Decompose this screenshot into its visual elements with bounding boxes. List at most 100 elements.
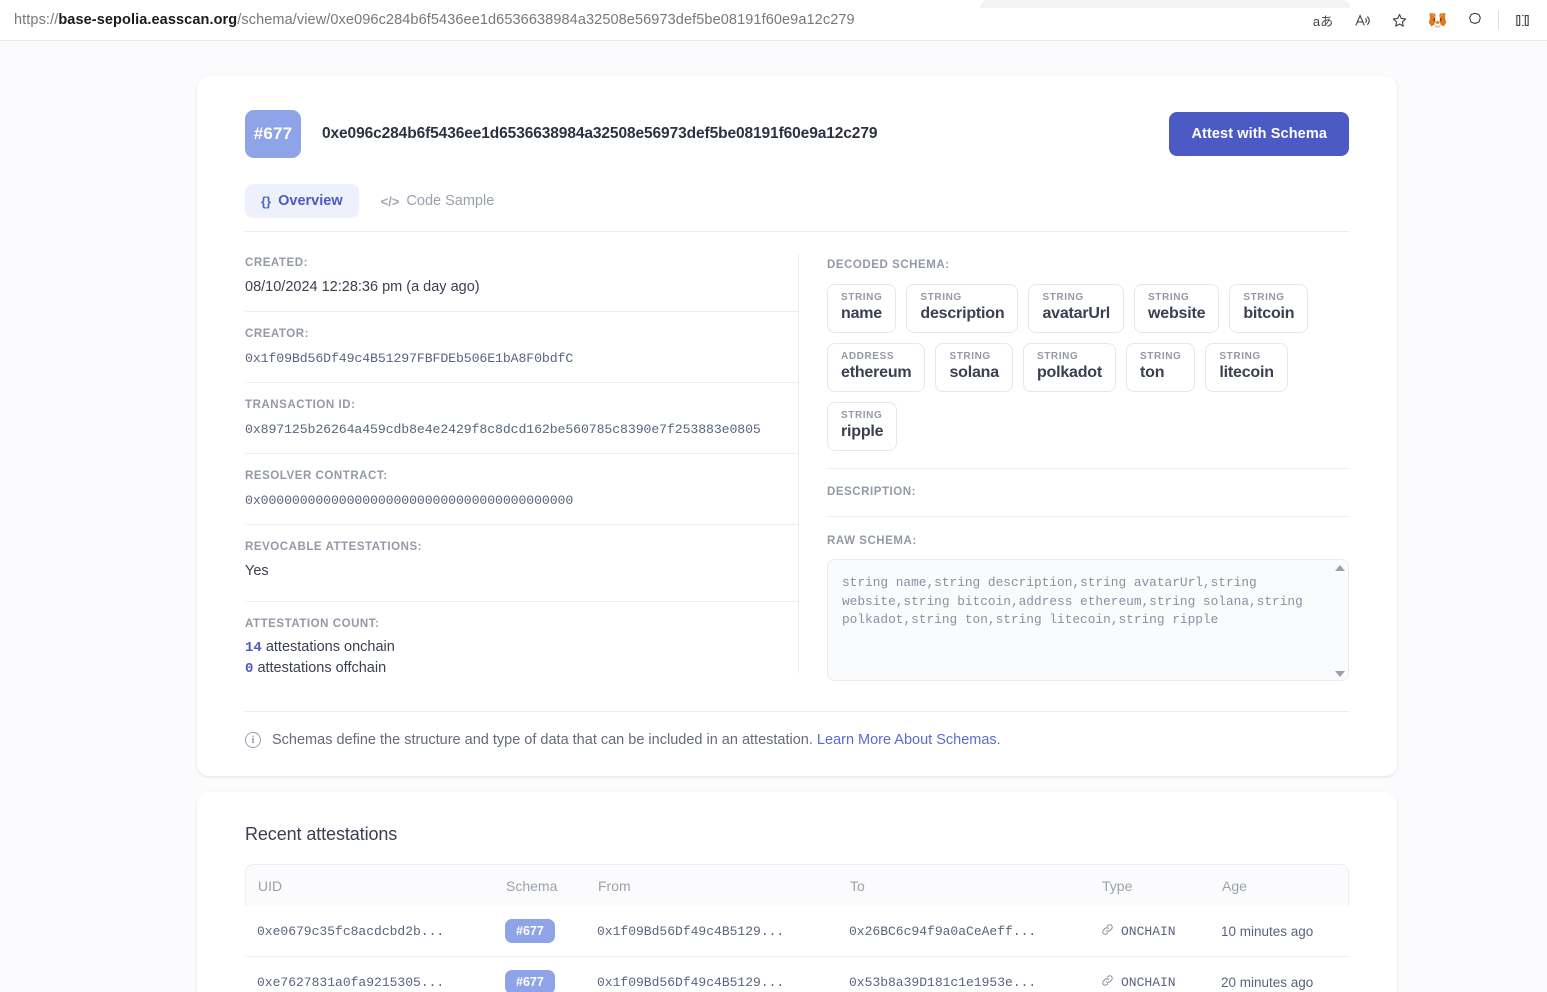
field-revocable-value: Yes (245, 563, 269, 579)
table-body: 0xe0679c35fc8acdcbd2b... #677 0x1f09Bd56Df… (245, 906, 1349, 992)
table-row[interactable]: 0xe7627831a0fa9215305... #677 0x1f09Bd56Df… (245, 957, 1349, 992)
field-creator-label: CREATOR: (245, 328, 310, 340)
chain-link-icon (1101, 974, 1114, 991)
copilot-icon[interactable] (1456, 5, 1494, 35)
read-aloud-icon[interactable] (1342, 5, 1380, 35)
field-transaction-id-label: TRANSACTION ID: (245, 399, 356, 411)
cell-from[interactable]: 0x1f09Bd56Df49c4B5129... (597, 975, 849, 990)
schema-field-name: avatarUrl (1042, 305, 1111, 322)
schema-field-name: polkadot (1036, 364, 1103, 381)
cell-age: 10 minutes ago (1221, 923, 1314, 939)
decoded-schema-label: DECODED SCHEMA: (827, 259, 950, 271)
row-schema-badge[interactable]: #677 (505, 919, 555, 943)
metamask-fox-icon[interactable] (1418, 5, 1456, 35)
browser-toolbar: https://base-sepolia.easscan.org/schema/… (0, 0, 1547, 41)
page-content: #677 0xe096c284b6f5436ee1d6536638984a325… (0, 41, 1547, 992)
schema-field-type: STRING (841, 292, 883, 303)
tab-overview[interactable]: {} Overview (245, 184, 359, 218)
offchain-count-line: 0 attestations offchain (245, 660, 798, 677)
schema-columns: CREATED: 08/10/2024 12:28:36 pm (a day a… (197, 232, 1397, 681)
attest-with-schema-button[interactable]: Attest with Schema (1169, 112, 1349, 156)
schema-header: #677 0xe096c284b6f5436ee1d6536638984a325… (197, 76, 1397, 158)
schema-field-type: STRING (949, 351, 991, 362)
field-resolver-contract-label: RESOLVER CONTRACT: (245, 470, 388, 482)
schema-field-name: ton (1140, 364, 1165, 381)
column-header-to: To (850, 877, 865, 894)
chain-link-icon (1101, 923, 1114, 940)
scroll-down-arrow-icon[interactable] (1335, 671, 1345, 677)
schema-field-name: ethereum (841, 364, 912, 381)
url-host: base-sepolia.easscan.org (58, 12, 238, 28)
schema-tabs: {} Overview </> Code Sample (197, 158, 1397, 218)
schema-field-chip: STRING litecoin (1205, 343, 1288, 392)
schema-info-note: i Schemas define the structure and type … (197, 712, 1397, 748)
cell-type-label: ONCHAIN (1121, 923, 1176, 939)
schema-field-type: STRING (1219, 351, 1261, 362)
field-resolver-contract-value[interactable]: 0x00000000000000000000000000000000000000… (245, 493, 798, 508)
cell-type: ONCHAIN (1101, 974, 1221, 991)
translate-icon[interactable]: aあ (1304, 5, 1342, 35)
schema-field-type: STRING (1042, 292, 1084, 303)
code-icon: </> (380, 193, 400, 209)
schema-field-name: name (841, 305, 882, 322)
raw-schema-box[interactable]: string name,string description,string av… (827, 559, 1349, 681)
schema-field-type: STRING (841, 410, 883, 421)
field-transaction-id-value[interactable]: 0x897125b26264a459cdb8e4e2429f8c8dcd162b… (245, 422, 798, 437)
info-icon: i (245, 732, 261, 748)
schema-field-name: solana (949, 364, 999, 381)
description-label: DESCRIPTION: (827, 486, 917, 498)
browser-tab-edge[interactable] (980, 0, 1350, 8)
schema-field-type: STRING (1036, 351, 1079, 362)
schema-field-chip: ADDRESS ethereum (827, 343, 926, 392)
braces-icon: {} (261, 193, 272, 209)
schema-field-name: bitcoin (1243, 305, 1295, 322)
schema-field-chip: STRING website (1134, 284, 1220, 333)
field-created: CREATED: 08/10/2024 12:28:36 pm (a day a… (245, 257, 798, 312)
cell-age: 20 minutes ago (1221, 974, 1314, 990)
cell-type-label: ONCHAIN (1121, 974, 1176, 990)
onchain-count-line: 14 attestations onchain (245, 639, 798, 656)
field-created-value: 08/10/2024 12:28:36 pm (a day ago) (245, 279, 480, 295)
offchain-count-number: 0 (245, 661, 254, 677)
table-header-row: UID Schema From To Type Age (245, 864, 1349, 906)
schema-field-chip: STRING description (906, 284, 1019, 333)
schema-field-name: website (1148, 305, 1206, 322)
field-attestation-count: ATTESTATION COUNT: 14 attestations oncha… (245, 602, 798, 677)
note-text-wrap: Schemas define the structure and type of… (272, 732, 1001, 748)
onchain-count-text: attestations onchain (265, 639, 395, 655)
schema-field-type: STRING (1140, 351, 1182, 362)
cell-uid[interactable]: 0xe7627831a0fa9215305... (257, 975, 505, 990)
cell-uid[interactable]: 0xe0679c35fc8acdcbd2b... (257, 924, 505, 939)
decoded-schema-chip-list: STRING name STRING description STRING avatarU… (827, 284, 1349, 451)
table-row[interactable]: 0xe0679c35fc8acdcbd2b... #677 0x1f09Bd56Df… (245, 906, 1349, 957)
column-header-schema: Schema (506, 877, 558, 894)
schema-field-type: ADDRESS (841, 351, 895, 362)
address-bar[interactable]: https://base-sepolia.easscan.org/schema/… (0, 12, 1304, 28)
schema-field-chip: STRING polkadot (1022, 343, 1117, 392)
schema-field-name: litecoin (1219, 364, 1274, 381)
field-creator-value[interactable]: 0x1f09Bd56Df49c4B51297FBFDEb506E1bA8F0bd… (245, 351, 798, 366)
raw-schema-scrollbar[interactable] (1333, 561, 1347, 680)
attestations-table: UID Schema From To Type Age 0xe0679c35fc… (245, 864, 1349, 992)
schema-field-chip: STRING ton (1126, 343, 1196, 392)
column-header-from: From (598, 877, 631, 894)
scroll-up-arrow-icon[interactable] (1335, 565, 1345, 571)
cell-to[interactable]: 0x26BC6c94f9a0aCeAeff... (849, 924, 1101, 939)
favorite-star-icon[interactable] (1380, 5, 1418, 35)
tab-code-sample[interactable]: </> Code Sample (365, 184, 511, 218)
learn-more-about-schemas-link[interactable]: Learn More About Schemas. (817, 732, 1001, 748)
column-header-uid: UID (258, 877, 283, 894)
schema-uid: 0xe096c284b6f5436ee1d6536638984a32508e56… (322, 125, 878, 142)
schema-field-type: STRING (1243, 292, 1285, 303)
split-screen-icon[interactable] (1503, 5, 1541, 35)
schema-id-badge[interactable]: #677 (245, 110, 301, 158)
cell-to[interactable]: 0x53b8a39D181c1e1953e... (849, 975, 1101, 990)
row-schema-badge[interactable]: #677 (505, 970, 555, 992)
field-transaction-id: TRANSACTION ID: 0x897125b26264a459cdb8e4… (245, 383, 798, 454)
schema-field-chip: STRING name (827, 284, 897, 333)
attestation-count-label: ATTESTATION COUNT: (245, 618, 380, 630)
schema-field-chip: STRING solana (935, 343, 1013, 392)
toolbar-icon-group: aあ (1304, 5, 1547, 35)
column-header-age: Age (1222, 877, 1247, 894)
cell-from[interactable]: 0x1f09Bd56Df49c4B5129... (597, 924, 849, 939)
